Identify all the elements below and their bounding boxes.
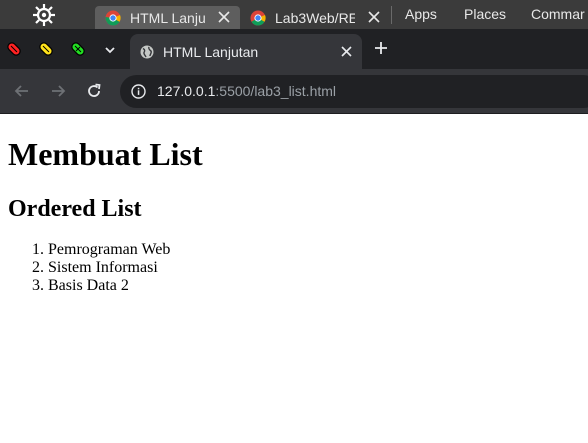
list-item: Pemrograman Web bbox=[48, 241, 170, 259]
tab-search-button[interactable] bbox=[99, 39, 121, 61]
url-text[interactable]: 127.0.0.1:5500/lab3_list.html bbox=[157, 83, 336, 99]
globe-icon bbox=[140, 45, 154, 58]
url-path: :5500/lab3_list.html bbox=[215, 83, 337, 99]
menu-commands[interactable]: Commar bbox=[531, 6, 585, 22]
forward-arrow-icon[interactable] bbox=[49, 82, 67, 100]
close-icon[interactable] bbox=[218, 11, 230, 23]
green-extension-icon[interactable] bbox=[67, 38, 89, 60]
yellow-extension-icon[interactable] bbox=[35, 38, 57, 60]
gear-icon[interactable] bbox=[31, 2, 57, 28]
red-extension-icon[interactable] bbox=[3, 38, 25, 60]
tab-title: HTML Lanjutan bbox=[163, 43, 259, 60]
chevron-down-icon bbox=[105, 47, 115, 54]
chrome-icon bbox=[250, 10, 266, 26]
ordered-list: Pemrograman Web Sistem Informasi Basis D… bbox=[8, 241, 170, 295]
page-subheading: Ordered List bbox=[8, 196, 142, 222]
close-icon[interactable] bbox=[341, 46, 352, 57]
panel-divider bbox=[391, 6, 392, 24]
address-bar[interactable]: 127.0.0.1:5500/lab3_list.html bbox=[120, 75, 588, 108]
browser-toolbar: 127.0.0.1:5500/lab3_list.html bbox=[0, 69, 588, 114]
panel-tab-label: HTML Lanju bbox=[130, 9, 206, 26]
page-heading: Membuat List bbox=[8, 136, 203, 172]
close-icon[interactable] bbox=[368, 11, 380, 23]
panel-window-tab-html[interactable]: HTML Lanju bbox=[95, 6, 240, 29]
menu-apps[interactable]: Apps bbox=[405, 6, 437, 22]
page-viewport: Membuat List Ordered List Pemrograman We… bbox=[0, 115, 588, 443]
browser-tab-strip: HTML Lanjutan bbox=[0, 29, 588, 69]
panel-tab-label: Lab3Web/RE bbox=[275, 9, 355, 26]
tab-html-lanjutan[interactable]: HTML Lanjutan bbox=[130, 34, 362, 69]
chrome-icon bbox=[105, 10, 121, 26]
menu-places[interactable]: Places bbox=[464, 6, 506, 22]
info-icon[interactable] bbox=[131, 84, 146, 99]
new-tab-plus-icon[interactable] bbox=[373, 40, 389, 56]
system-top-panel: HTML Lanju Lab3Web/RE Apps Places Commar bbox=[0, 0, 588, 29]
list-item: Basis Data 2 bbox=[48, 277, 170, 295]
back-arrow-icon[interactable] bbox=[13, 82, 31, 100]
panel-window-tab-lab3[interactable]: Lab3Web/RE bbox=[240, 6, 390, 29]
reload-icon[interactable] bbox=[85, 82, 103, 100]
list-item: Sistem Informasi bbox=[48, 259, 170, 277]
url-host: 127.0.0.1 bbox=[157, 83, 216, 99]
